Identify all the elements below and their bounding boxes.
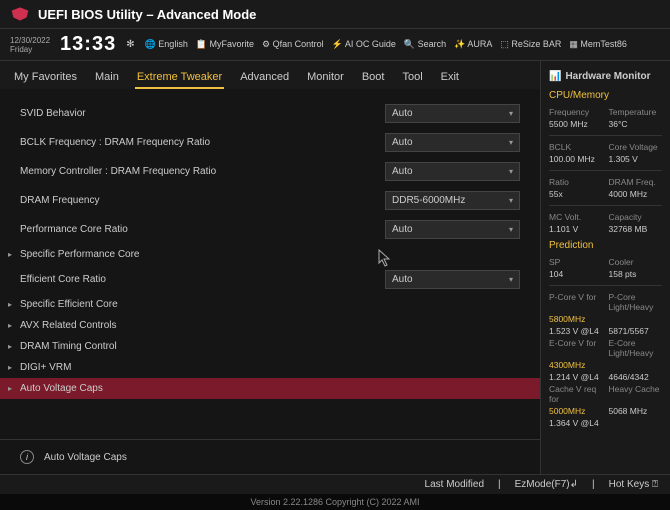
toplink-myfavorite[interactable]: 📋 MyFavorite: [196, 39, 254, 50]
cpu-memory-title: CPU/Memory: [549, 90, 662, 101]
setting-svid-behavior[interactable]: SVID BehaviorAuto: [0, 99, 540, 128]
hardware-monitor: 📊 Hardware Monitor CPU/Memory FrequencyT…: [540, 61, 670, 474]
setting-specific-efficient-core[interactable]: Specific Efficient Core: [0, 294, 540, 315]
rog-logo: [10, 4, 30, 24]
setting-avx-related-controls[interactable]: AVX Related Controls: [0, 315, 540, 336]
toplinks: 🌐 English 📋 MyFavorite ⚙ Qfan Control ⚡ AI …: [145, 39, 627, 50]
tab-tool[interactable]: Tool: [400, 67, 424, 89]
toplink-ai-oc-guide[interactable]: ⚡ AI OC Guide: [332, 39, 396, 50]
version-text: Version 2.22.1286 Copyright (C) 2022 AMI: [0, 494, 670, 510]
setting-dram-timing-control[interactable]: DRAM Timing Control: [0, 336, 540, 357]
prediction-title: Prediction: [549, 240, 662, 251]
tab-bar: My Favorites Main Extreme Tweaker Advanced M…: [0, 61, 540, 89]
tab-main[interactable]: Main: [93, 67, 121, 89]
dropdown[interactable]: Auto: [385, 270, 520, 289]
dropdown[interactable]: Auto: [385, 162, 520, 181]
ezmode-button[interactable]: EzMode(F7)↲: [515, 479, 578, 490]
info-bar: i Auto Voltage Caps: [0, 439, 540, 474]
topbar: 12/30/2022 Friday 13:33 ✻ 🌐 English 📋 MyF…: [0, 29, 670, 61]
dropdown[interactable]: DDR5-6000MHz: [385, 191, 520, 210]
setting-performance-core-ratio[interactable]: Performance Core RatioAuto: [0, 215, 540, 244]
header: UEFI BIOS Utility – Advanced Mode: [0, 0, 670, 29]
dropdown[interactable]: Auto: [385, 104, 520, 123]
tab-advanced[interactable]: Advanced: [238, 67, 291, 89]
setting-memory-controller-dram-frequency-ratio[interactable]: Memory Controller : DRAM Frequency Ratio…: [0, 157, 540, 186]
day: Friday: [10, 45, 50, 54]
setting-efficient-core-ratio[interactable]: Efficient Core RatioAuto: [0, 265, 540, 294]
tab-extreme-tweaker[interactable]: Extreme Tweaker: [135, 67, 224, 89]
settings-icon[interactable]: ✻: [126, 39, 134, 50]
info-text: Auto Voltage Caps: [44, 452, 127, 463]
toplink-aura[interactable]: ✨ AURA: [454, 39, 492, 50]
date-block: 12/30/2022 Friday: [10, 36, 50, 54]
dropdown[interactable]: Auto: [385, 133, 520, 152]
toplink-qfan-control[interactable]: ⚙ Qfan Control: [262, 39, 324, 50]
last-modified-button[interactable]: Last Modified: [425, 479, 484, 490]
footer-bar: Last Modified | EzMode(F7)↲ | Hot Keys ⍰: [0, 474, 670, 494]
tab-exit[interactable]: Exit: [439, 67, 461, 89]
info-icon: i: [20, 450, 34, 464]
toplink-english[interactable]: 🌐 English: [145, 39, 188, 50]
setting-specific-performance-core[interactable]: Specific Performance Core: [0, 244, 540, 265]
tab-boot[interactable]: Boot: [360, 67, 387, 89]
toplink-resize-bar[interactable]: ⬚ ReSize BAR: [500, 39, 561, 50]
clock: 13:33: [60, 33, 116, 56]
dropdown[interactable]: Auto: [385, 220, 520, 239]
date: 12/30/2022: [10, 36, 50, 45]
setting-digi-vrm[interactable]: DIGI+ VRM: [0, 357, 540, 378]
settings-panel: SVID BehaviorAutoBCLK Frequency : DRAM F…: [0, 89, 540, 474]
tab-my-favorites[interactable]: My Favorites: [12, 67, 79, 89]
setting-bclk-frequency-dram-frequency-ratio[interactable]: BCLK Frequency : DRAM Frequency RatioAut…: [0, 128, 540, 157]
app-title: UEFI BIOS Utility – Advanced Mode: [38, 7, 256, 22]
hotkeys-button[interactable]: Hot Keys ⍰: [609, 479, 658, 490]
setting-auto-voltage-caps[interactable]: Auto Voltage Caps: [0, 378, 540, 399]
hwmon-title: 📊 Hardware Monitor: [549, 71, 662, 82]
tab-monitor[interactable]: Monitor: [305, 67, 346, 89]
toplink-search[interactable]: 🔍 Search: [404, 39, 446, 50]
setting-dram-frequency[interactable]: DRAM FrequencyDDR5-6000MHz: [0, 186, 540, 215]
toplink-memtest86[interactable]: ▦ MemTest86: [569, 39, 627, 50]
